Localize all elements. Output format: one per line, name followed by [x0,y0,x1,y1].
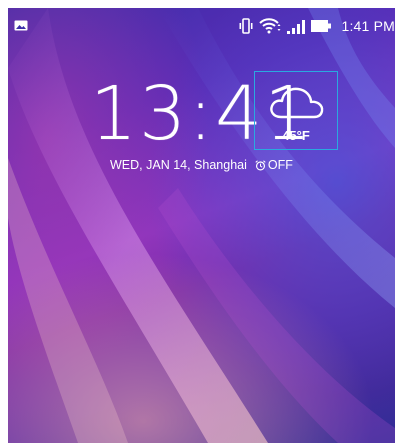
status-icons: 1:41 PM [239,16,395,36]
vibrate-icon [239,18,253,34]
status-bar: 1:41 PM [8,8,395,42]
cloud-icon [270,87,324,119]
alarm-status: OFF [267,158,293,172]
alarm-clock-icon [255,159,266,170]
wifi-icon [259,18,281,34]
lock-clock: 13:41 [90,71,314,157]
signal-icon [287,20,306,34]
date-row: WED, JAN 14, Shanghai OFF [110,157,293,173]
lock-screen: 1:41 PM 13:41 45°F WED, JAN 14, Shanghai… [8,8,395,443]
status-time: 1:41 PM [341,18,395,34]
image-notification-icon[interactable] [14,20,28,31]
date-location: WED, JAN 14, Shanghai [110,158,247,172]
weather-temperature: 45°F [282,128,310,143]
battery-icon [311,20,332,32]
weather-widget[interactable]: 45°F [254,71,338,150]
